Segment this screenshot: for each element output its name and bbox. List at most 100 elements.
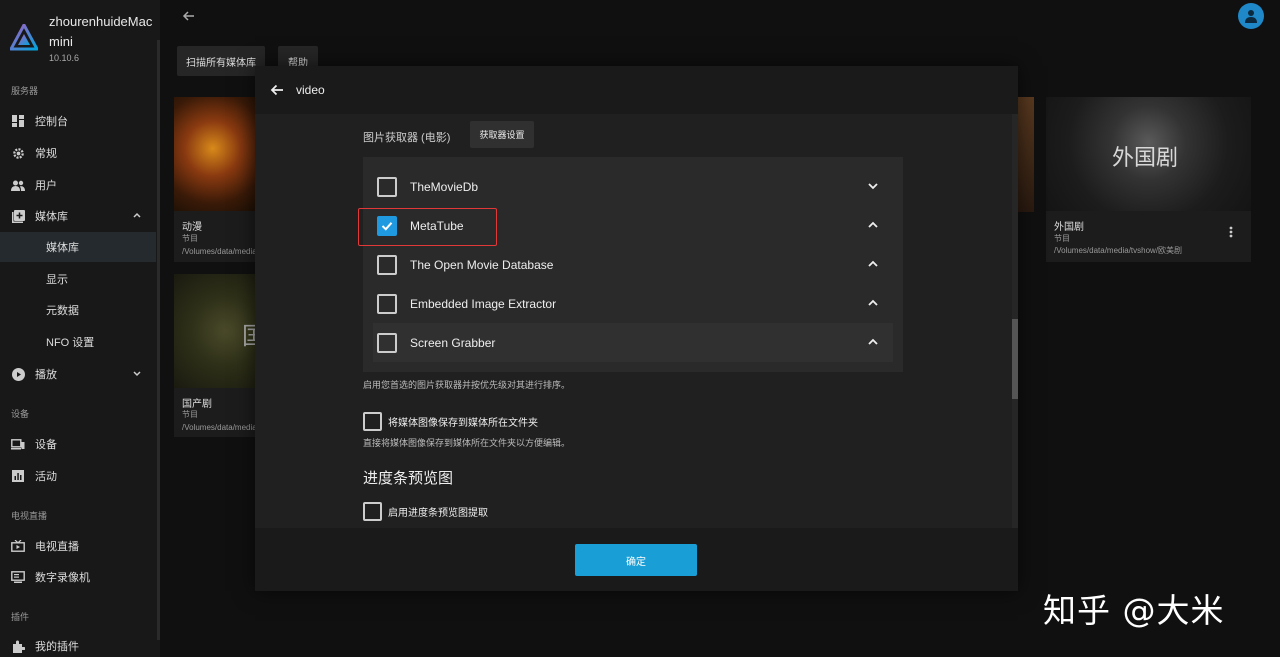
fetcher-row-embedded-image-extractor[interactable]: Embedded Image Extractor bbox=[363, 284, 903, 323]
sidebar-item-label: 用户 bbox=[35, 180, 57, 192]
sidebar-item-devices[interactable]: 设备 bbox=[0, 429, 156, 459]
sidebar-item-activity[interactable]: 活动 bbox=[0, 461, 156, 491]
chevron-down-icon[interactable] bbox=[866, 179, 880, 193]
dashboard-icon bbox=[11, 114, 25, 128]
section-devices: 设备 bbox=[11, 409, 30, 419]
library-add-icon bbox=[11, 209, 25, 223]
activity-icon bbox=[11, 469, 25, 483]
save-images-checkbox[interactable] bbox=[363, 412, 382, 431]
live-tv-icon bbox=[11, 539, 25, 553]
sidebar-item-livetv[interactable]: 电视直播 bbox=[0, 531, 156, 561]
server-brand[interactable]: zhourenhuideMac mini 10.10.6 bbox=[8, 12, 158, 72]
fetcher-row-themoviedb[interactable]: TheMovieDb bbox=[363, 167, 903, 206]
sidebar-item-metadata[interactable]: 元数据 bbox=[0, 295, 156, 325]
card-title: 国产剧 bbox=[182, 399, 212, 410]
chevron-up-icon bbox=[133, 212, 141, 218]
card-path: /Volumes/data/media/tvshow/国产剧 bbox=[182, 423, 260, 432]
chevron-up-icon[interactable] bbox=[866, 218, 880, 232]
image-fetcher-label: 图片获取器 (电影) bbox=[363, 132, 451, 144]
chevron-up-icon[interactable] bbox=[866, 335, 880, 349]
server-version: 10.10.6 bbox=[49, 53, 80, 63]
devices-icon bbox=[11, 437, 25, 451]
fetcher-hint: 启用您首选的图片获取器并按优先级对其进行排序。 bbox=[363, 380, 571, 390]
users-icon bbox=[11, 178, 25, 192]
sidebar-item-label: 设备 bbox=[35, 439, 57, 451]
plugin-icon bbox=[11, 639, 25, 653]
watermark: 知乎 @大米 bbox=[1043, 591, 1225, 630]
metatube-highlight-box bbox=[358, 208, 497, 246]
save-images-hint: 直接将媒体图像保存到媒体所在文件夹以方便编辑。 bbox=[363, 438, 571, 448]
section-plugins: 插件 bbox=[11, 612, 30, 622]
trickplay-heading: 进度条预览图 bbox=[363, 470, 454, 487]
image-fetcher-list: TheMovieDb MetaTube The Open Movie Datab… bbox=[363, 157, 903, 372]
fetcher-label: TheMovieDb bbox=[410, 179, 479, 194]
chevron-up-icon[interactable] bbox=[866, 257, 880, 271]
fetcher-row-screen-grabber[interactable]: Screen Grabber bbox=[373, 323, 893, 362]
library-card-foreign[interactable]: 外国剧 外国剧 节目 /Volumes/data/media/tvshow/欧美… bbox=[1046, 97, 1251, 262]
library-edit-dialog: video 图片获取器 (电影) 获取器设置 TheMovieDb MetaTu… bbox=[255, 66, 1018, 591]
sidebar: zhourenhuideMac mini 10.10.6 服务器 控制台 常规 … bbox=[0, 0, 160, 657]
sidebar-item-playback[interactable]: 播放 bbox=[0, 359, 156, 389]
fetcher-row-omdb[interactable]: The Open Movie Database bbox=[363, 245, 903, 284]
sidebar-item-display[interactable]: 显示 bbox=[0, 264, 156, 294]
sidebar-item-general[interactable]: 常规 bbox=[0, 138, 156, 168]
sidebar-item-label: 常规 bbox=[35, 148, 57, 160]
library-thumbnail: 国 bbox=[174, 274, 266, 388]
sidebar-item-libraries[interactable]: 媒体库 bbox=[0, 201, 156, 231]
sidebar-item-label: 活动 bbox=[35, 471, 57, 483]
person-icon bbox=[1245, 10, 1257, 23]
sidebar-item-dashboard[interactable]: 控制台 bbox=[0, 106, 156, 136]
dvr-icon bbox=[11, 570, 25, 584]
gear-icon bbox=[11, 146, 25, 160]
more-vert-icon[interactable] bbox=[1229, 226, 1233, 238]
dialog-scrollbar[interactable] bbox=[1012, 114, 1018, 528]
trickplay-enable-option[interactable]: 启用进度条预览图提取 bbox=[363, 502, 488, 521]
card-type: 节目 bbox=[182, 410, 198, 419]
sidebar-item-label: 播放 bbox=[35, 369, 57, 381]
option-label: 启用进度条预览图提取 bbox=[388, 508, 488, 519]
card-path: /Volumes/data/media/tvshow/动漫 bbox=[182, 247, 260, 256]
back-arrow-icon[interactable] bbox=[269, 82, 285, 98]
back-arrow-icon[interactable] bbox=[181, 8, 197, 24]
scrollbar-thumb[interactable] bbox=[1012, 319, 1018, 399]
sidebar-item-label: 数字录像机 bbox=[35, 572, 90, 584]
jellyfin-logo-icon bbox=[10, 24, 38, 51]
chevron-up-icon[interactable] bbox=[866, 296, 880, 310]
library-card-domestic[interactable]: 国 国产剧 节目 /Volumes/data/media/tvshow/国产剧 bbox=[174, 274, 266, 437]
trickplay-checkbox[interactable] bbox=[363, 502, 382, 521]
sidebar-item-users[interactable]: 用户 bbox=[0, 170, 156, 200]
sidebar-item-label: 电视直播 bbox=[35, 541, 79, 553]
option-label: 将媒体图像保存到媒体所在文件夹 bbox=[388, 418, 538, 429]
library-thumbnail bbox=[174, 97, 260, 211]
library-card-partial[interactable] bbox=[1018, 97, 1034, 212]
user-avatar[interactable] bbox=[1238, 3, 1264, 29]
library-thumbnail: 外国剧 bbox=[1046, 97, 1251, 211]
sidebar-item-library[interactable]: 媒体库 bbox=[0, 232, 156, 262]
scan-all-libraries-button[interactable]: 扫描所有媒体库 bbox=[177, 46, 265, 76]
sidebar-item-my-plugins[interactable]: 我的插件 bbox=[0, 631, 156, 657]
library-card-anime[interactable]: 动漫 节目 /Volumes/data/media/tvshow/动漫 bbox=[174, 97, 260, 262]
confirm-button[interactable]: 确定 bbox=[575, 544, 697, 576]
fetcher-settings-button[interactable]: 获取器设置 bbox=[470, 121, 534, 148]
dialog-title: video bbox=[296, 83, 325, 97]
server-name: zhourenhuideMac mini bbox=[49, 14, 153, 49]
sidebar-item-label: 控制台 bbox=[35, 116, 68, 128]
dialog-body: 图片获取器 (电影) 获取器设置 TheMovieDb MetaTube The… bbox=[255, 114, 1018, 528]
save-images-to-folder-option[interactable]: 将媒体图像保存到媒体所在文件夹 bbox=[363, 412, 538, 431]
section-livetv: 电视直播 bbox=[11, 511, 48, 521]
sidebar-item-nfo[interactable]: NFO 设置 bbox=[0, 327, 156, 357]
fetcher-checkbox[interactable] bbox=[377, 176, 397, 197]
fetcher-label: Screen Grabber bbox=[410, 335, 496, 350]
card-type: 节目 bbox=[1054, 234, 1070, 243]
sidebar-item-label: 我的插件 bbox=[35, 641, 79, 653]
fetcher-checkbox[interactable] bbox=[377, 293, 397, 314]
dialog-header: video bbox=[255, 66, 1018, 114]
card-overlay-text: 外国剧 bbox=[1112, 145, 1179, 170]
card-path: /Volumes/data/media/tvshow/欧美剧 bbox=[1054, 246, 1183, 255]
chevron-down-icon bbox=[133, 371, 141, 377]
card-title: 动漫 bbox=[182, 222, 202, 233]
fetcher-checkbox[interactable] bbox=[377, 254, 397, 275]
sidebar-item-dvr[interactable]: 数字录像机 bbox=[0, 562, 156, 592]
fetcher-checkbox[interactable] bbox=[377, 332, 397, 353]
fetcher-label: The Open Movie Database bbox=[410, 257, 554, 272]
